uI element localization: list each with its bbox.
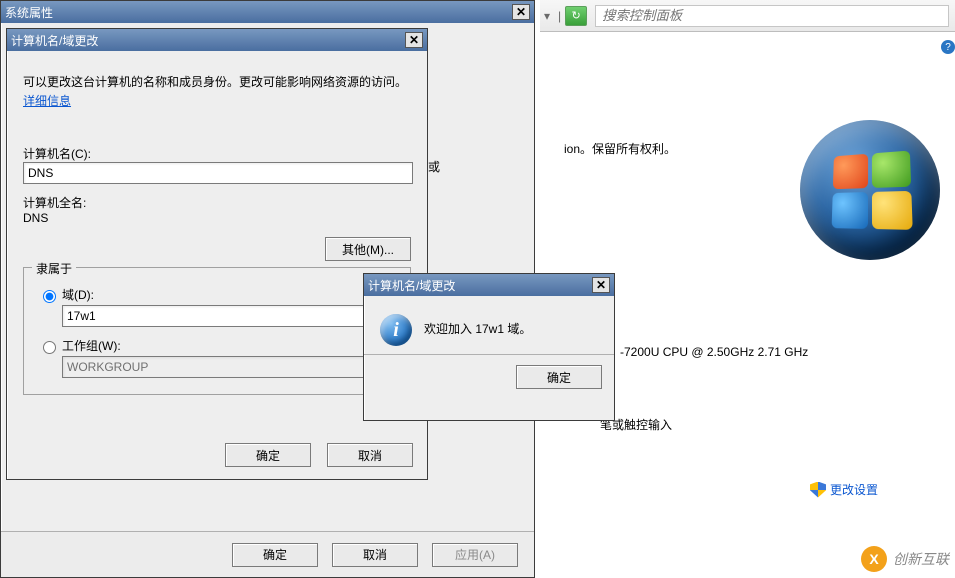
cancel-button[interactable]: 取消 <box>332 543 418 567</box>
computer-name-input[interactable] <box>23 162 413 184</box>
ok-button[interactable]: 确定 <box>516 365 602 389</box>
member-of-group: 隶属于 域(D): 工作组(W): <box>23 267 411 395</box>
ok-button[interactable]: 确定 <box>232 543 318 567</box>
system-properties-button-bar: 确定 取消 应用(A) <box>1 531 534 577</box>
name-change-titlebar[interactable]: 计算机名/域更改 ✕ <box>7 29 427 51</box>
other-button[interactable]: 其他(M)... <box>325 237 411 261</box>
apply-button[interactable]: 应用(A) <box>432 543 518 567</box>
workgroup-radio[interactable] <box>43 341 56 354</box>
close-icon: ✕ <box>409 34 419 46</box>
watermark-logo-icon: X <box>861 546 887 572</box>
close-button[interactable]: ✕ <box>405 32 423 48</box>
cancel-button[interactable]: 取消 <box>327 443 413 467</box>
full-name-label: 计算机全名: <box>23 194 411 211</box>
welcome-message-box: 计算机名/域更改 ✕ i 欢迎加入 17w1 域。 确定 <box>363 273 615 421</box>
close-icon: ✕ <box>516 6 526 18</box>
peek-text: 或 <box>428 158 440 175</box>
domain-radio-label: 域(D): <box>62 286 94 303</box>
control-panel-toolbar: ▾ | ↻ <box>540 0 955 32</box>
breadcrumb-separator: | <box>558 9 561 23</box>
full-name-value: DNS <box>23 211 411 225</box>
system-properties-title: 系统属性 <box>5 4 53 21</box>
dialog-description-text: 可以更改这台计算机的名称和成员身份。更改可能影响网络资源的访问。 <box>23 75 407 89</box>
help-icon[interactable]: ? <box>941 40 955 54</box>
computer-name-label: 计算机名(C): <box>23 145 411 162</box>
search-input[interactable] <box>595 5 949 27</box>
message-box-titlebar[interactable]: 计算机名/域更改 ✕ <box>364 274 614 296</box>
copyright-text: ion。保留所有权利。 <box>564 140 676 157</box>
system-properties-titlebar[interactable]: 系统属性 ✕ <box>1 1 534 23</box>
message-box-title: 计算机名/域更改 <box>368 277 455 294</box>
windows-logo-icon <box>800 120 940 260</box>
dialog-description: 可以更改这台计算机的名称和成员身份。更改可能影响网络资源的访问。 详细信息 <box>23 73 411 111</box>
info-icon: i <box>380 314 412 346</box>
domain-input[interactable] <box>62 305 402 327</box>
ok-button[interactable]: 确定 <box>225 443 311 467</box>
close-icon: ✕ <box>596 279 606 291</box>
workgroup-input <box>62 356 402 378</box>
refresh-button[interactable]: ↻ <box>565 6 587 26</box>
change-settings-link[interactable]: 更改设置 <box>810 481 878 498</box>
breadcrumb-separator: ▾ <box>544 9 550 23</box>
close-button[interactable]: ✕ <box>512 4 530 20</box>
refresh-icon: ↻ <box>572 9 581 22</box>
watermark-text: 创新互联 <box>893 549 949 569</box>
name-change-title: 计算机名/域更改 <box>11 32 98 49</box>
workgroup-radio-label: 工作组(W): <box>62 337 121 354</box>
cpu-spec-text: -7200U CPU @ 2.50GHz 2.71 GHz <box>620 345 808 359</box>
shield-icon <box>810 482 826 498</box>
member-of-legend: 隶属于 <box>32 260 76 277</box>
domain-radio[interactable] <box>43 290 56 303</box>
change-settings-label: 更改设置 <box>830 481 878 498</box>
more-info-link[interactable]: 详细信息 <box>23 94 71 108</box>
message-text: 欢迎加入 17w1 域。 <box>424 314 531 337</box>
close-button[interactable]: ✕ <box>592 277 610 293</box>
watermark: X 创新互联 <box>861 546 949 572</box>
